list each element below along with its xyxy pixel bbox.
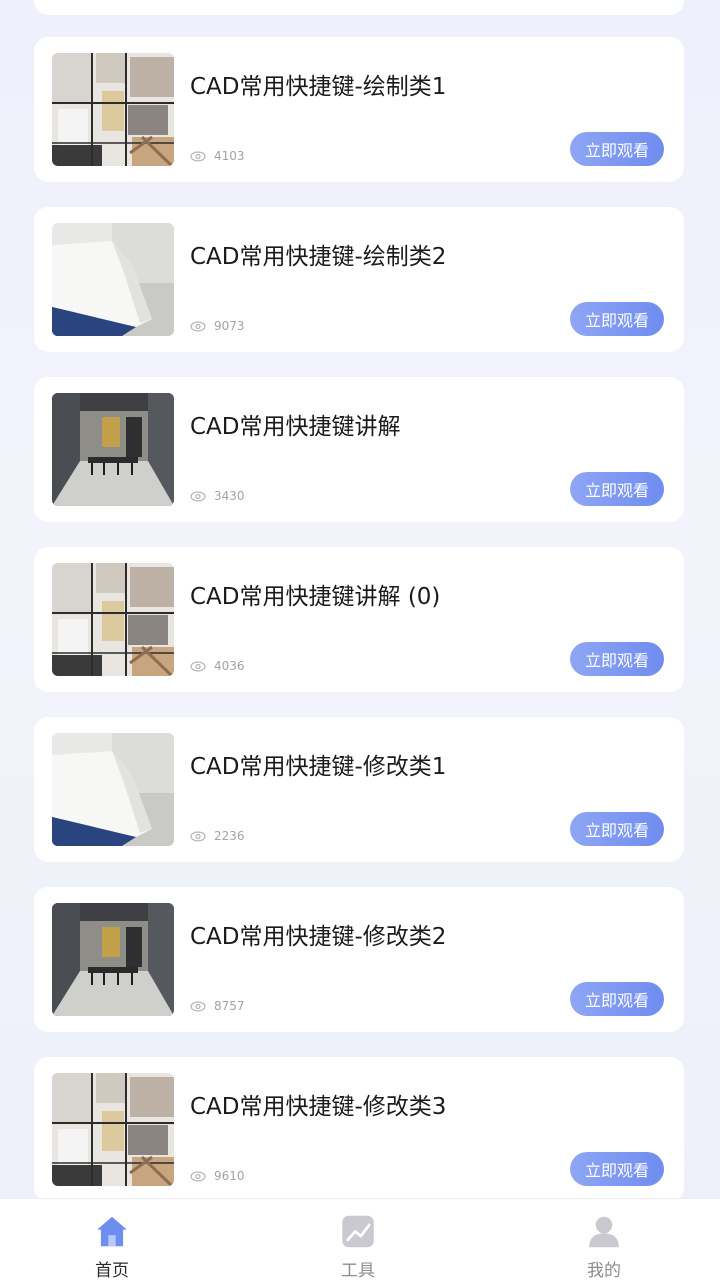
- item-title: CAD常用快捷键-修改类2: [190, 924, 447, 950]
- thumbnail-office-room: [52, 393, 174, 506]
- bottom-tab-bar: 首页 工具 我的: [0, 1198, 720, 1280]
- view-count: 4103: [190, 149, 245, 163]
- tab-home-label: 首页: [95, 1261, 129, 1280]
- view-count-value: 2236: [214, 829, 245, 843]
- view-count: 9073: [190, 319, 245, 333]
- watch-now-button[interactable]: 立即观看: [570, 982, 664, 1016]
- watch-now-button[interactable]: 立即观看: [570, 642, 664, 676]
- item-title: CAD常用快捷键讲解 (0): [190, 584, 441, 610]
- eye-icon: [190, 150, 206, 162]
- watch-now-button[interactable]: 立即观看: [570, 132, 664, 166]
- list-card-partial[interactable]: [34, 0, 684, 15]
- tab-mine[interactable]: 我的: [564, 1213, 644, 1280]
- user-icon: [589, 1216, 619, 1248]
- list-card[interactable]: CAD常用快捷键讲解 (0) 4036 立即观看: [34, 547, 684, 692]
- list-card[interactable]: CAD常用快捷键-修改类3 9610 立即观看: [34, 1057, 684, 1198]
- watch-now-button[interactable]: 立即观看: [570, 1152, 664, 1186]
- thumbnail-floor-plan: [52, 53, 174, 166]
- eye-icon: [190, 490, 206, 502]
- watch-now-button[interactable]: 立即观看: [570, 472, 664, 506]
- view-count: 9610: [190, 1169, 245, 1183]
- tab-mine-label: 我的: [587, 1261, 621, 1280]
- home-icon: [97, 1216, 127, 1247]
- tab-tools[interactable]: 工具: [318, 1213, 398, 1280]
- view-count-value: 4036: [214, 659, 245, 673]
- item-title: CAD常用快捷键讲解: [190, 414, 401, 440]
- chart-icon: [342, 1215, 374, 1248]
- eye-icon: [190, 660, 206, 672]
- thumbnail-floor-plan: [52, 563, 174, 676]
- list-card[interactable]: CAD常用快捷键-绘制类2 9073 立即观看: [34, 207, 684, 352]
- view-count-value: 4103: [214, 149, 245, 163]
- view-count: 2236: [190, 829, 245, 843]
- item-title: CAD常用快捷键-修改类1: [190, 754, 447, 780]
- list-card[interactable]: CAD常用快捷键-修改类2 8757 立即观看: [34, 887, 684, 1032]
- view-count-value: 8757: [214, 999, 245, 1013]
- view-count-value: 3430: [214, 489, 245, 503]
- view-count: 3430: [190, 489, 245, 503]
- eye-icon: [190, 1170, 206, 1182]
- tab-tools-label: 工具: [341, 1261, 375, 1280]
- view-count: 4036: [190, 659, 245, 673]
- view-count-value: 9073: [214, 319, 245, 333]
- item-title: CAD常用快捷键-绘制类1: [190, 74, 447, 100]
- eye-icon: [190, 320, 206, 332]
- list-card[interactable]: CAD常用快捷键-绘制类1 4103 立即观看: [34, 37, 684, 182]
- watch-now-button[interactable]: 立即观看: [570, 812, 664, 846]
- thumbnail-floor-plan: [52, 1073, 174, 1186]
- view-count: 8757: [190, 999, 245, 1013]
- item-title: CAD常用快捷键-绘制类2: [190, 244, 447, 270]
- thumbnail-white-desk: [52, 223, 174, 336]
- thumbnail-white-desk: [52, 733, 174, 846]
- tab-home[interactable]: 首页: [72, 1213, 152, 1280]
- list-card[interactable]: CAD常用快捷键讲解 3430 立即观看: [34, 377, 684, 522]
- watch-now-button[interactable]: 立即观看: [570, 302, 664, 336]
- eye-icon: [190, 830, 206, 842]
- item-title: CAD常用快捷键-修改类3: [190, 1094, 447, 1120]
- thumbnail-office-room: [52, 903, 174, 1016]
- view-count-value: 9610: [214, 1169, 245, 1183]
- eye-icon: [190, 1000, 206, 1012]
- video-list[interactable]: CAD常用快捷键-绘制类1 4103 立即观看 CAD常用快捷键-绘制类2 90…: [0, 0, 720, 1198]
- list-card[interactable]: CAD常用快捷键-修改类1 2236 立即观看: [34, 717, 684, 862]
